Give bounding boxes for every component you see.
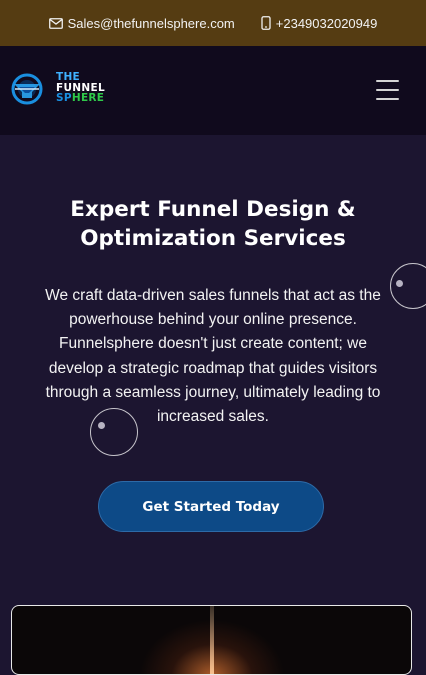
logo-wordmark: THE FUNNEL SPHERE (56, 72, 105, 104)
logo-line-3a: SP (56, 92, 72, 104)
menu-bar (376, 98, 399, 100)
hamburger-menu-icon[interactable] (376, 80, 399, 100)
hero-title: Expert Funnel Design & Optimization Serv… (70, 197, 356, 251)
mobile-phone-icon (261, 16, 271, 30)
main-navbar: THE FUNNEL SPHERE (0, 46, 426, 135)
decorative-dot (396, 280, 403, 287)
logo-line-1: THE (56, 71, 81, 83)
menu-bar (376, 80, 399, 82)
email-text[interactable]: Sales@thefunnelsphere.com (68, 16, 235, 31)
funnel-globe-icon (11, 73, 43, 105)
hero-media-card (11, 605, 412, 675)
logo-line-3b: HERE (71, 92, 105, 104)
hero-description: We craft data-driven sales funnels that … (45, 287, 381, 426)
decorative-ring (90, 408, 138, 456)
light-beam (210, 606, 214, 674)
get-started-button[interactable]: Get Started Today (98, 481, 324, 532)
phone-text[interactable]: +2349032020949 (276, 16, 378, 31)
decorative-dot (98, 422, 105, 429)
envelope-icon (48, 17, 63, 29)
phone-contact[interactable]: +2349032020949 (261, 16, 378, 31)
site-logo[interactable]: THE FUNNEL SPHERE (10, 70, 114, 110)
email-contact[interactable]: Sales@thefunnelsphere.com (48, 16, 235, 31)
top-contact-bar: Sales@thefunnelsphere.com +2349032020949 (0, 0, 426, 46)
menu-bar (376, 89, 399, 91)
